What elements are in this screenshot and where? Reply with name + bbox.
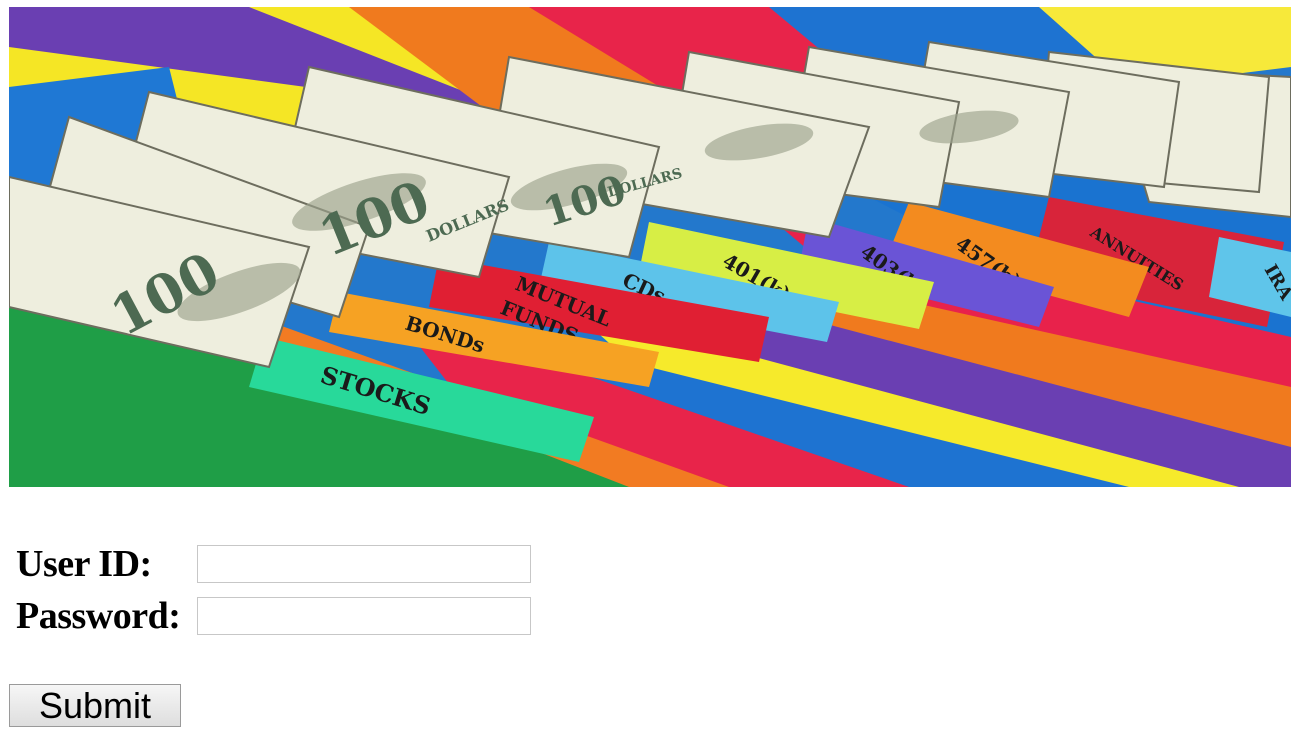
password-label: Password:: [16, 595, 181, 637]
submit-button[interactable]: Submit: [9, 684, 181, 727]
hero-banner-image: ANNUITIES IRA 457(b) 403(b) 401(k) CDs M…: [9, 7, 1291, 487]
user-id-label: User ID:: [16, 543, 152, 585]
password-row: Password:: [16, 590, 531, 642]
login-form: User ID: Password:: [16, 538, 531, 642]
user-id-input[interactable]: [197, 545, 531, 583]
user-id-row: User ID:: [16, 538, 531, 590]
password-input[interactable]: [197, 597, 531, 635]
